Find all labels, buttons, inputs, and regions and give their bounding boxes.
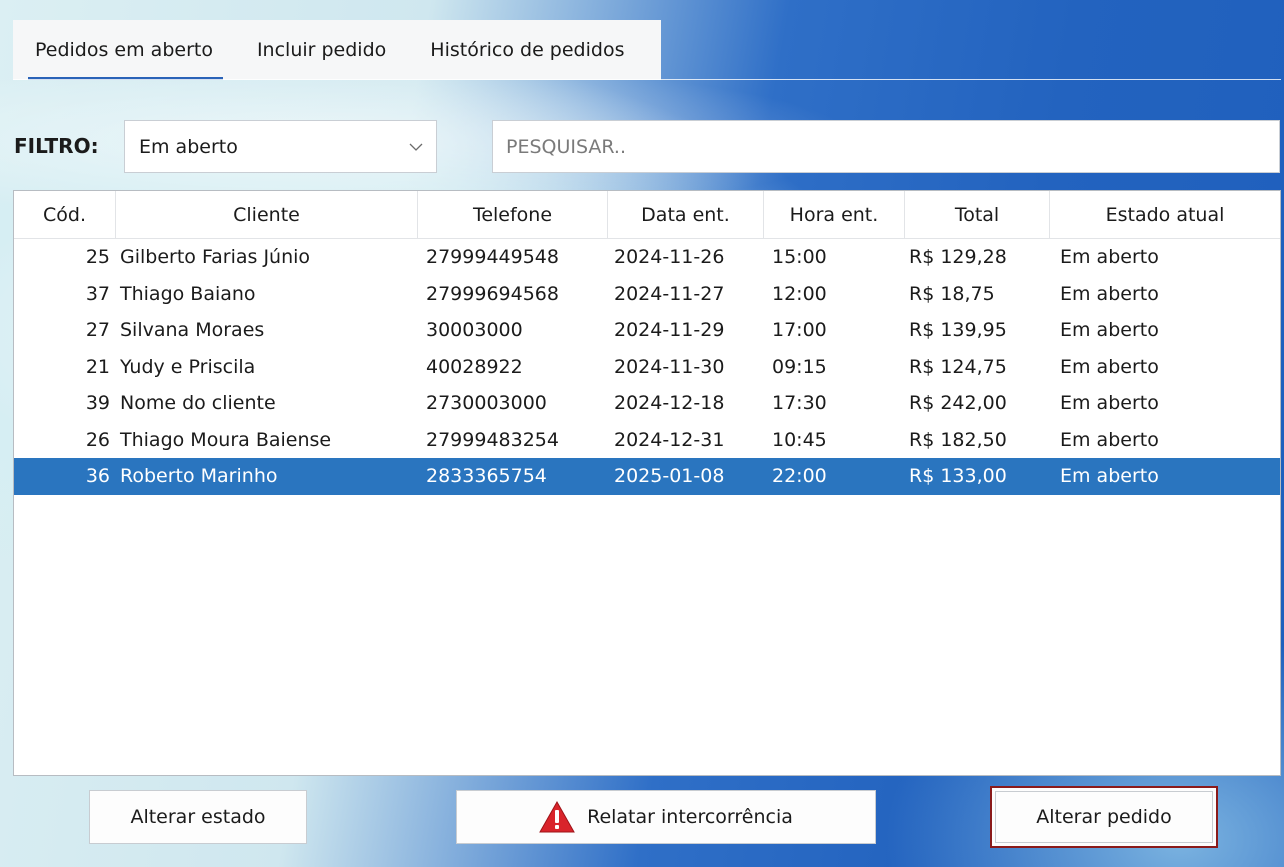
cell-data: 2025-01-08 (614, 465, 725, 488)
column-header-cliente[interactable]: Cliente (116, 191, 418, 238)
cell-telefone: 2730003000 (426, 392, 547, 415)
cell-cliente: Yudy e Priscila (120, 355, 256, 378)
cell-estado: Em aberto (1060, 428, 1159, 451)
tab-bar: Pedidos em aberto Incluir pedido Históri… (13, 20, 661, 80)
cell-data: 2024-12-31 (614, 428, 725, 451)
cell-data: 2024-12-18 (614, 392, 725, 415)
cell-cod: 26 (85, 428, 110, 451)
column-header-estado-atual[interactable]: Estado atual (1050, 191, 1280, 238)
column-header-telefone[interactable]: Telefone (418, 191, 608, 238)
table-row[interactable]: 39 Nome do cliente 2730003000 2024-12-18… (14, 385, 1280, 422)
tab-incluir-pedido[interactable]: Incluir pedido (235, 20, 408, 80)
cell-telefone: 27999449548 (426, 246, 559, 269)
cell-total: R$ 18,75 (909, 282, 995, 305)
cell-total: R$ 182,50 (909, 428, 1007, 451)
alterar-estado-label: Alterar estado (130, 806, 266, 828)
cell-cliente: Gilberto Farias Júnio (120, 246, 311, 269)
table-row[interactable]: 27 Silvana Moraes 30003000 2024-11-29 17… (14, 312, 1280, 349)
cell-total: R$ 139,95 (909, 319, 1007, 342)
cell-data: 2024-11-29 (614, 319, 725, 342)
table-row[interactable]: 26 Thiago Moura Baiense 27999483254 2024… (14, 422, 1280, 459)
tab-pedidos-em-aberto[interactable]: Pedidos em aberto (13, 20, 235, 80)
cell-hora: 17:00 (772, 319, 827, 342)
column-header-total[interactable]: Total (905, 191, 1050, 238)
cell-total: R$ 133,00 (909, 465, 1007, 488)
orders-table: Cód. Cliente Telefone Data ent. Hora ent… (13, 190, 1281, 776)
cell-total: R$ 124,75 (909, 355, 1007, 378)
cell-estado: Em aberto (1060, 465, 1159, 488)
cell-estado: Em aberto (1060, 355, 1159, 378)
cell-cod: 36 (85, 465, 110, 488)
cell-cliente: Nome do cliente (120, 392, 276, 415)
cell-hora: 12:00 (772, 282, 827, 305)
column-header-data-ent[interactable]: Data ent. (608, 191, 764, 238)
column-header-cod[interactable]: Cód. (14, 191, 116, 238)
cell-hora: 15:00 (772, 246, 827, 269)
alterar-pedido-label: Alterar pedido (1036, 806, 1172, 828)
table-row[interactable]: 21 Yudy e Priscila 40028922 2024-11-30 0… (14, 349, 1280, 386)
cell-cod: 37 (85, 282, 110, 305)
alterar-estado-button[interactable]: Alterar estado (89, 790, 307, 844)
cell-data: 2024-11-26 (614, 246, 725, 269)
cell-estado: Em aberto (1060, 319, 1159, 342)
table-header: Cód. Cliente Telefone Data ent. Hora ent… (14, 191, 1280, 239)
cell-hora: 10:45 (772, 428, 827, 451)
filter-select-value: Em aberto (139, 135, 238, 158)
cell-cod: 27 (85, 319, 110, 342)
cell-estado: Em aberto (1060, 282, 1159, 305)
search-input[interactable] (492, 120, 1280, 173)
cell-hora: 17:30 (772, 392, 827, 415)
filter-select[interactable]: Em aberto (124, 120, 437, 173)
cell-cod: 21 (85, 355, 110, 378)
cell-telefone: 40028922 (426, 355, 523, 378)
cell-cod: 25 (85, 246, 110, 269)
cell-data: 2024-11-30 (614, 355, 725, 378)
tab-historico-de-pedidos[interactable]: Histórico de pedidos (408, 20, 646, 80)
filter-label: FILTRO: (14, 134, 99, 158)
cell-data: 2024-11-27 (614, 282, 725, 305)
chevron-down-icon (409, 143, 423, 151)
cell-cliente: Thiago Moura Baiense (120, 428, 332, 451)
table-row[interactable]: 25 Gilberto Farias Júnio 27999449548 202… (14, 239, 1280, 276)
cell-cliente: Silvana Moraes (120, 319, 265, 342)
cell-hora: 22:00 (772, 465, 827, 488)
relatar-intercorrencia-label: Relatar intercorrência (587, 806, 793, 828)
cell-total: R$ 242,00 (909, 392, 1007, 415)
tab-divider (13, 79, 1281, 80)
alterar-pedido-button[interactable]: Alterar pedido (990, 786, 1218, 848)
alterar-pedido-inner: Alterar pedido (995, 791, 1213, 843)
relatar-intercorrencia-button[interactable]: Relatar intercorrência (456, 790, 876, 844)
cell-telefone: 27999694568 (426, 282, 559, 305)
table-row[interactable]: 37 Thiago Baiano 27999694568 2024-11-27 … (14, 276, 1280, 313)
cell-cliente: Thiago Baiano (120, 282, 256, 305)
cell-telefone: 2833365754 (426, 465, 547, 488)
table-row-selected[interactable]: 36 Roberto Marinho 2833365754 2025-01-08… (14, 458, 1280, 495)
cell-telefone: 30003000 (426, 319, 523, 342)
column-header-hora-ent[interactable]: Hora ent. (764, 191, 905, 238)
cell-hora: 09:15 (772, 355, 827, 378)
cell-total: R$ 129,28 (909, 246, 1007, 269)
cell-cod: 39 (85, 392, 110, 415)
warning-triangle-icon (539, 801, 575, 833)
cell-estado: Em aberto (1060, 392, 1159, 415)
cell-estado: Em aberto (1060, 246, 1159, 269)
cell-telefone: 27999483254 (426, 428, 559, 451)
cell-cliente: Roberto Marinho (120, 465, 278, 488)
